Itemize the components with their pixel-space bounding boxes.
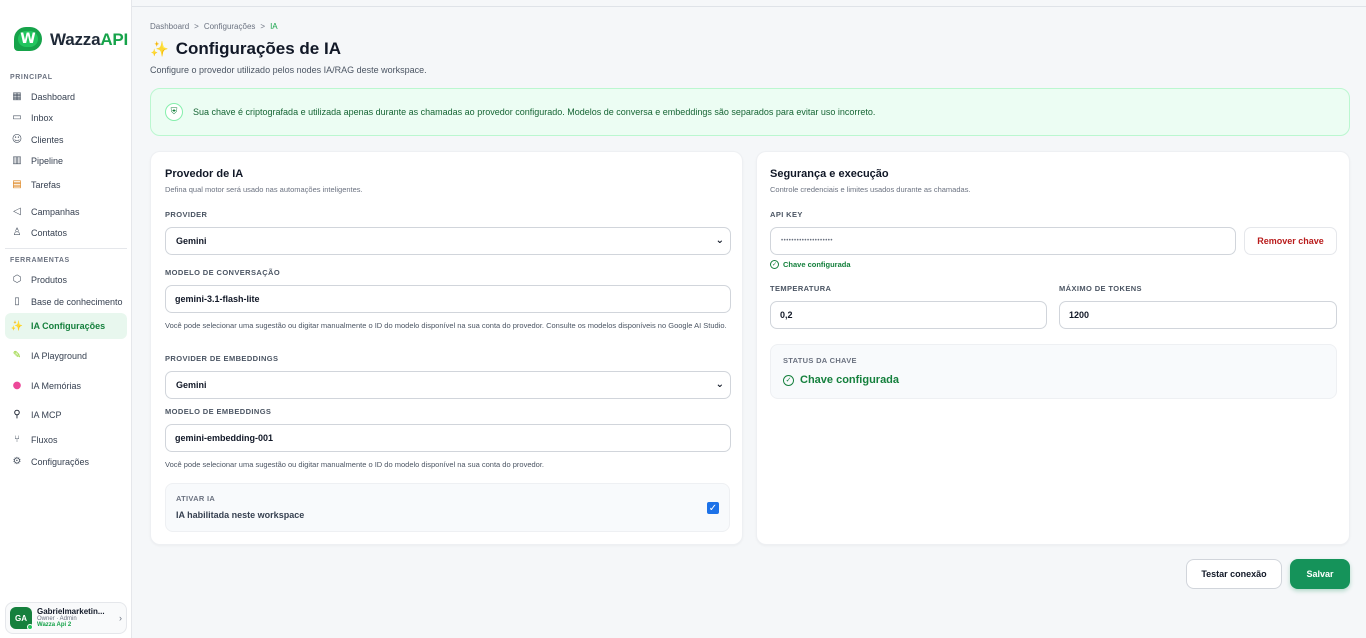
sidebar-item-dashboard[interactable]: ▦ Dashboard xyxy=(5,86,127,107)
breadcrumb: Dashboard > Configurações > IA xyxy=(150,22,278,31)
sidebar-item-ia-playground[interactable]: ✎ IA Playground xyxy=(5,345,127,366)
embed-model-input[interactable] xyxy=(175,433,730,443)
sidebar-item-base-de-conhecimento[interactable]: ▯ Base de conhecimento xyxy=(5,291,127,312)
provider-card: Provedor de IA Defina qual motor será us… xyxy=(150,151,743,545)
key-status-label: STATUS DA CHAVE xyxy=(783,356,857,365)
sidebar-item-tarefas[interactable]: ▤ Tarefas xyxy=(5,174,127,195)
avatar: GA xyxy=(10,607,33,630)
chevron-right-icon: › xyxy=(119,613,122,623)
activate-ia-label: ATIVAR IA xyxy=(176,494,216,503)
shield-icon: ⛨ xyxy=(165,103,183,121)
gear-icon: ⚙ xyxy=(12,456,22,467)
embed-model-label: MODELO DE EMBEDDINGS xyxy=(165,407,272,416)
test-connection-button[interactable]: Testar conexão xyxy=(1186,559,1282,589)
security-card: Segurança e execução Controle credenciai… xyxy=(756,151,1350,545)
page-subtitle: Configure o provedor utilizado pelos nod… xyxy=(150,65,427,75)
activate-ia-text: IA habilitada neste workspace xyxy=(176,510,305,520)
logo-icon: W xyxy=(14,27,44,53)
chat-model-field[interactable] xyxy=(165,285,731,313)
bar-chart-icon: ▥ xyxy=(12,155,22,166)
temperature-input[interactable] xyxy=(780,310,1046,320)
sidebar-item-fluxos[interactable]: ⑂ Fluxos xyxy=(5,429,127,450)
max-tokens-label: MÁXIMO DE TOKENS xyxy=(1059,284,1142,293)
book-icon: ▯ xyxy=(14,296,20,307)
online-status-dot xyxy=(27,624,33,630)
logo-text: WazzaAPI xyxy=(50,30,129,49)
chevron-down-icon: ⌄ xyxy=(715,235,724,246)
check-circle-icon: ✓ xyxy=(770,260,779,269)
provider-card-description: Defina qual motor será usado nas automaç… xyxy=(165,185,363,194)
temperature-field[interactable] xyxy=(770,301,1047,329)
api-key-input[interactable]: •••••••••••••••••••• xyxy=(770,227,1236,255)
max-tokens-field[interactable] xyxy=(1059,301,1337,329)
embed-model-field[interactable] xyxy=(165,424,731,452)
user-card[interactable]: GA Gabrielmarketin... Owner · Admin Wazz… xyxy=(5,602,127,634)
sidebar-item-campanhas[interactable]: ◁ Campanhas xyxy=(5,201,127,222)
user-name: Gabrielmarketin... xyxy=(37,607,105,616)
sidebar-item-ia-configuracoes[interactable]: ✨ IA Configurações xyxy=(5,313,127,339)
embed-model-help: Você pode selecionar uma sugestão ou dig… xyxy=(165,460,544,469)
breadcrumb-current: IA xyxy=(270,22,278,31)
user-workspace: Wazza Api 2 xyxy=(37,622,72,629)
sidebar-item-pipeline[interactable]: ▥ Pipeline xyxy=(5,150,127,171)
pencil-icon: ✎ xyxy=(12,350,22,361)
security-card-title: Segurança e execução xyxy=(770,168,889,180)
chat-model-help: Você pode selecionar uma sugestão ou dig… xyxy=(165,321,727,330)
sidebar-item-ia-mcp[interactable]: ⚲ IA MCP xyxy=(5,404,127,425)
users-icon: ☺ xyxy=(11,134,23,145)
provider-label: PROVIDER xyxy=(165,210,208,219)
send-icon: ◁ xyxy=(13,206,21,217)
sidebar-item-contatos[interactable]: ♙ Contatos xyxy=(5,222,127,243)
embed-provider-select[interactable]: Gemini ⌄ xyxy=(165,371,731,399)
breadcrumb-dashboard[interactable]: Dashboard xyxy=(150,22,189,31)
sidebar-item-produtos[interactable]: ⬡ Produtos xyxy=(5,269,127,290)
flow-icon: ⑂ xyxy=(14,434,20,445)
section-label-ferramentas: FERRAMENTAS xyxy=(10,257,70,264)
max-tokens-input[interactable] xyxy=(1069,310,1336,320)
sidebar-divider xyxy=(5,248,127,249)
check-icon: ✓ xyxy=(708,502,718,514)
brain-icon: ● xyxy=(12,380,22,391)
remove-key-button[interactable]: Remover chave xyxy=(1244,227,1337,255)
breadcrumb-separator: > xyxy=(194,22,199,31)
sparkles-icon: ✨ xyxy=(150,40,169,58)
key-status-box: STATUS DA CHAVE ✓ Chave configurada xyxy=(770,344,1337,399)
plug-icon: ⚲ xyxy=(13,409,21,420)
embed-provider-label: PROVIDER DE EMBEDDINGS xyxy=(165,354,279,363)
clipboard-icon: ▤ xyxy=(12,179,22,190)
message-icon: ▭ xyxy=(12,112,22,123)
key-status-value: ✓ Chave configurada xyxy=(783,374,899,386)
key-configured-hint: ✓ Chave configurada xyxy=(770,260,851,269)
activate-ia-box: ATIVAR IA IA habilitada neste workspace … xyxy=(165,483,730,532)
sidebar: W WazzaAPI PRINCIPAL ▦ Dashboard ▭ Inbox ☺… xyxy=(0,0,132,638)
security-notice: ⛨ Sua chave é criptografada e utilizada … xyxy=(150,88,1350,136)
chat-model-input[interactable] xyxy=(175,294,730,304)
provider-card-title: Provedor de IA xyxy=(165,168,244,180)
activate-ia-checkbox[interactable]: ✓ xyxy=(707,502,719,514)
page-title: ✨ Configurações de IA xyxy=(150,39,341,58)
breadcrumb-configuracoes[interactable]: Configurações xyxy=(204,22,256,31)
section-label-principal: PRINCIPAL xyxy=(10,74,53,81)
chevron-down-icon: ⌄ xyxy=(715,379,724,390)
sidebar-item-clientes[interactable]: ☺ Clientes xyxy=(5,129,127,150)
sidebar-item-configuracoes[interactable]: ⚙ Configurações xyxy=(5,451,127,472)
logo[interactable]: W WazzaAPI xyxy=(14,27,128,53)
provider-select[interactable]: Gemini ⌄ xyxy=(165,227,731,255)
check-circle-icon: ✓ xyxy=(783,374,794,386)
top-divider xyxy=(0,6,1366,7)
temperature-label: TEMPERATURA xyxy=(770,284,832,293)
user-plus-icon: ♙ xyxy=(12,227,22,238)
box-icon: ⬡ xyxy=(12,274,22,285)
sparkles-icon: ✨ xyxy=(10,320,24,332)
security-notice-text: Sua chave é criptografada e utilizada ap… xyxy=(193,107,876,117)
breadcrumb-separator: > xyxy=(260,22,266,31)
security-card-description: Controle credenciais e limites usados du… xyxy=(770,185,971,194)
sidebar-item-inbox[interactable]: ▭ Inbox xyxy=(5,107,127,128)
chat-model-label: MODELO DE CONVERSAÇÃO xyxy=(165,268,281,277)
sidebar-item-ia-memorias[interactable]: ● IA Memórias xyxy=(5,375,127,396)
grid-icon: ▦ xyxy=(12,91,22,102)
save-button[interactable]: Salvar xyxy=(1290,559,1350,589)
api-key-label: API KEY xyxy=(770,210,803,219)
